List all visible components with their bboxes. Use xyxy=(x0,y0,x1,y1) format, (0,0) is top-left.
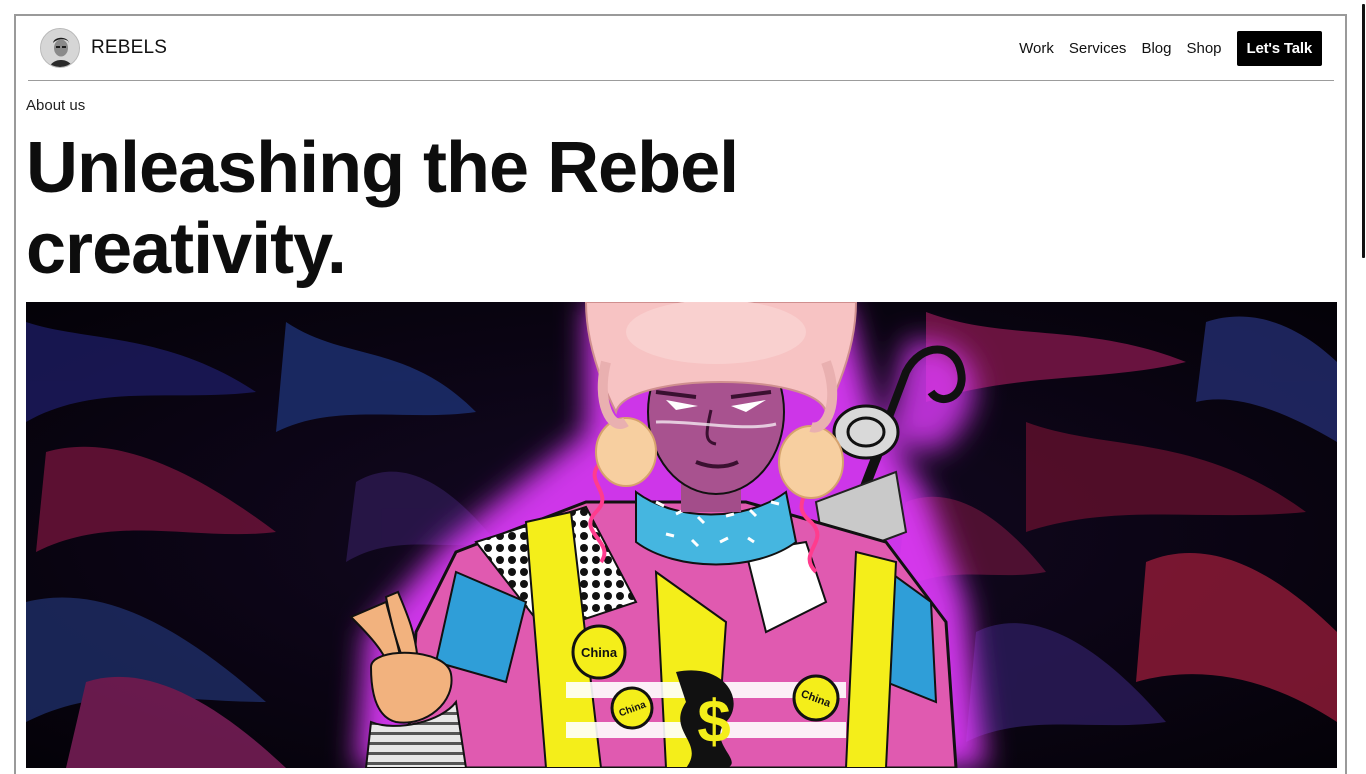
china-badge-2: China xyxy=(610,686,654,730)
brand-name: REBELS xyxy=(91,37,168,58)
profile-avatar-icon xyxy=(41,29,79,67)
lets-talk-button[interactable]: Let's Talk xyxy=(1236,31,1322,66)
china-badge-3: China xyxy=(792,674,840,722)
hero-image: $ China China China xyxy=(26,302,1337,768)
top-navigation: REBELS Work Services Blog Shop Let's Tal… xyxy=(28,26,1334,80)
avatar xyxy=(40,28,80,68)
nav-link-blog[interactable]: Blog xyxy=(1141,40,1171,57)
nav-link-services[interactable]: Services xyxy=(1069,40,1127,57)
nav-divider xyxy=(28,80,1334,81)
rebel-illustration: $ China China China xyxy=(26,302,1337,768)
nav-link-shop[interactable]: Shop xyxy=(1186,40,1221,57)
brand-link[interactable]: REBELS xyxy=(40,28,167,68)
nav-link-work[interactable]: Work xyxy=(1019,40,1054,57)
china-badge-1: China xyxy=(571,624,627,680)
page-title-line-2: creativity. xyxy=(26,209,347,289)
dollar-sign-icon: $ xyxy=(697,688,730,755)
svg-text:China: China xyxy=(581,645,618,660)
page-title-line-1: Unleashing the Rebel xyxy=(26,128,739,208)
page-title: Unleashing the Rebel creativity. xyxy=(26,128,926,290)
nav-links: Work Services Blog Shop Let's Talk xyxy=(1004,31,1322,66)
scrollbar-thumb[interactable] xyxy=(1362,4,1365,258)
section-eyebrow: About us xyxy=(26,97,86,114)
